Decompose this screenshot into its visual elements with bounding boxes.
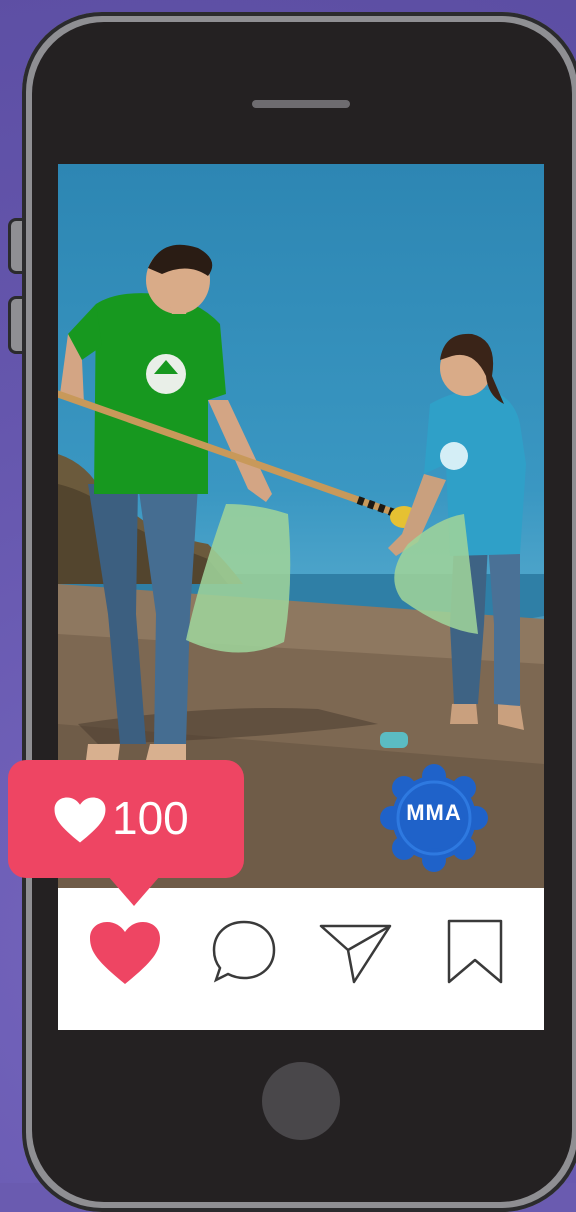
phone-speaker [252, 100, 350, 108]
bookmark-icon[interactable] [446, 918, 504, 986]
paper-plane-icon[interactable] [318, 920, 394, 986]
brand-badge-text: MMA [406, 800, 462, 825]
post-actions-bar [58, 888, 544, 1030]
home-button[interactable] [262, 1062, 340, 1140]
brand-badge: MMA [380, 764, 488, 872]
heart-filled-icon[interactable] [88, 920, 162, 986]
comment-bubble-icon[interactable] [210, 918, 278, 986]
likes-count: 100 [112, 792, 189, 844]
like-notification-bubble: 100 [8, 760, 244, 906]
heart-icon [54, 797, 106, 843]
